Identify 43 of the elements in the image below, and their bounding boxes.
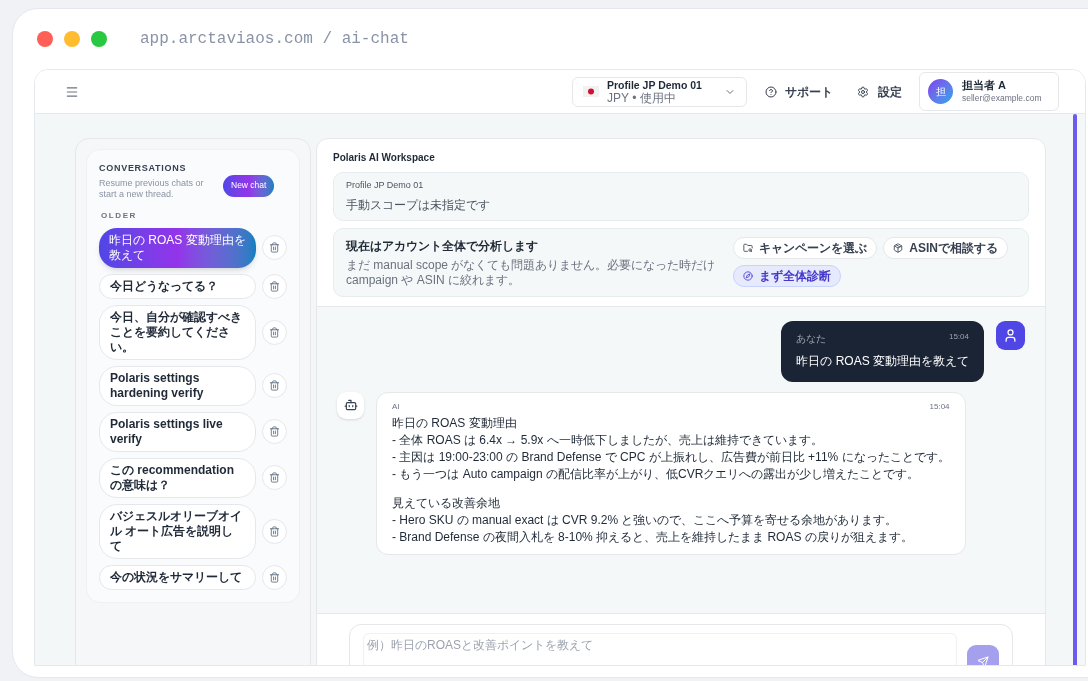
user-email: seller@example.com [962, 91, 1042, 105]
user-name: 担当者 A [962, 78, 1007, 92]
message-time: 15:04 [929, 400, 950, 413]
scope-action-button[interactable]: まず全体診断 [733, 264, 842, 287]
message-line: 見えている改善余地 [392, 494, 501, 512]
message-time: 15:04 [948, 330, 969, 343]
avatar: 担 [928, 79, 953, 104]
profile-selector[interactable]: Profile JP Demo 01 JPY • 使用中 [572, 76, 747, 107]
message-line: - Hero SKU の manual exact は CVR 9.2% と強いので、ここへ予算を寄せる余地があります。 [392, 511, 899, 529]
conversation-item[interactable]: 今日、自分が確認すべきことを要約してください。 [99, 304, 256, 360]
conversations-heading: CONVERSATIONS [99, 162, 188, 175]
new-chat-button[interactable]: New chat [223, 174, 275, 197]
message-line: - 全体 ROAS は 6.4x → 5.9x へ一時低下しましたが、売上は維持できています。 [392, 431, 824, 449]
message-input[interactable]: 例）昨日のROASと改善ポイントを教えて [363, 633, 957, 665]
conversation-item[interactable]: 昨日の ROAS 変動理由を教えて [99, 227, 256, 268]
scope-action-button[interactable]: ASINで相談する [883, 236, 1008, 259]
address-text: app.arctaviaos.com / ai-chat [140, 29, 409, 50]
conversation-item[interactable]: Polaris settings hardening verify [99, 365, 256, 406]
conversation-item[interactable]: Polaris settings live verify [99, 411, 256, 452]
conversation-item[interactable]: 今の状況をサマリーして [99, 564, 256, 590]
message-line: 昨日の ROAS 変動理由 [392, 414, 518, 432]
workspace-title: Polaris AI Workspace [333, 151, 436, 165]
profile-card-name: Profile JP Demo 01 [346, 179, 425, 192]
user-card[interactable]: 担 担当者 A seller@example.com [919, 72, 1059, 111]
conversation-item[interactable]: バジェスルオリーブオイル オート広告を説明して [99, 503, 256, 559]
scope-note: 手動スコープは未指定です [346, 196, 491, 214]
sender-label: あなた [796, 331, 827, 346]
scope-title: 現在はアカウント全体で分析します [346, 237, 539, 255]
scope-description: まだ manual scope がなくても問題ありません。必要になった時だけ campaign や ASIN に絞れます。 [346, 257, 717, 288]
profile-name: Profile JP Demo 01 [607, 78, 702, 92]
conversation-item[interactable]: 今日どうなってる？ [99, 273, 256, 299]
message-line: - Brand Defense の夜間入札を 8-10% 抑えると、売上を維持したまま ROAS の戻りが狙えます。 [392, 528, 914, 546]
message-line: - 主因は 19:00-23:00 の Brand Defense で CPC が上振れし、広告費が前日比 +11% になったことです。 [392, 448, 950, 466]
support-button[interactable]: サポート [765, 82, 833, 101]
group-label: OLDER [101, 209, 138, 222]
sender-label: AI [392, 400, 400, 413]
settings-button[interactable]: 設定 [857, 82, 902, 101]
message-line: - もう一つは Auto campaign の配信比率が上がり、低CVRクエリへの露出が少し増えたことです。 [392, 465, 921, 483]
scope-action-button[interactable]: キャンペーンを選ぶ [733, 236, 878, 259]
conversation-item[interactable]: この recommendation の意味は？ [99, 457, 256, 498]
profile-status: JPY • 使用中 [607, 91, 676, 105]
message-text: 昨日の ROAS 変動理由を教えて [796, 352, 969, 370]
conversations-subtitle: Resume previous chats or start a new thread. [99, 177, 205, 200]
